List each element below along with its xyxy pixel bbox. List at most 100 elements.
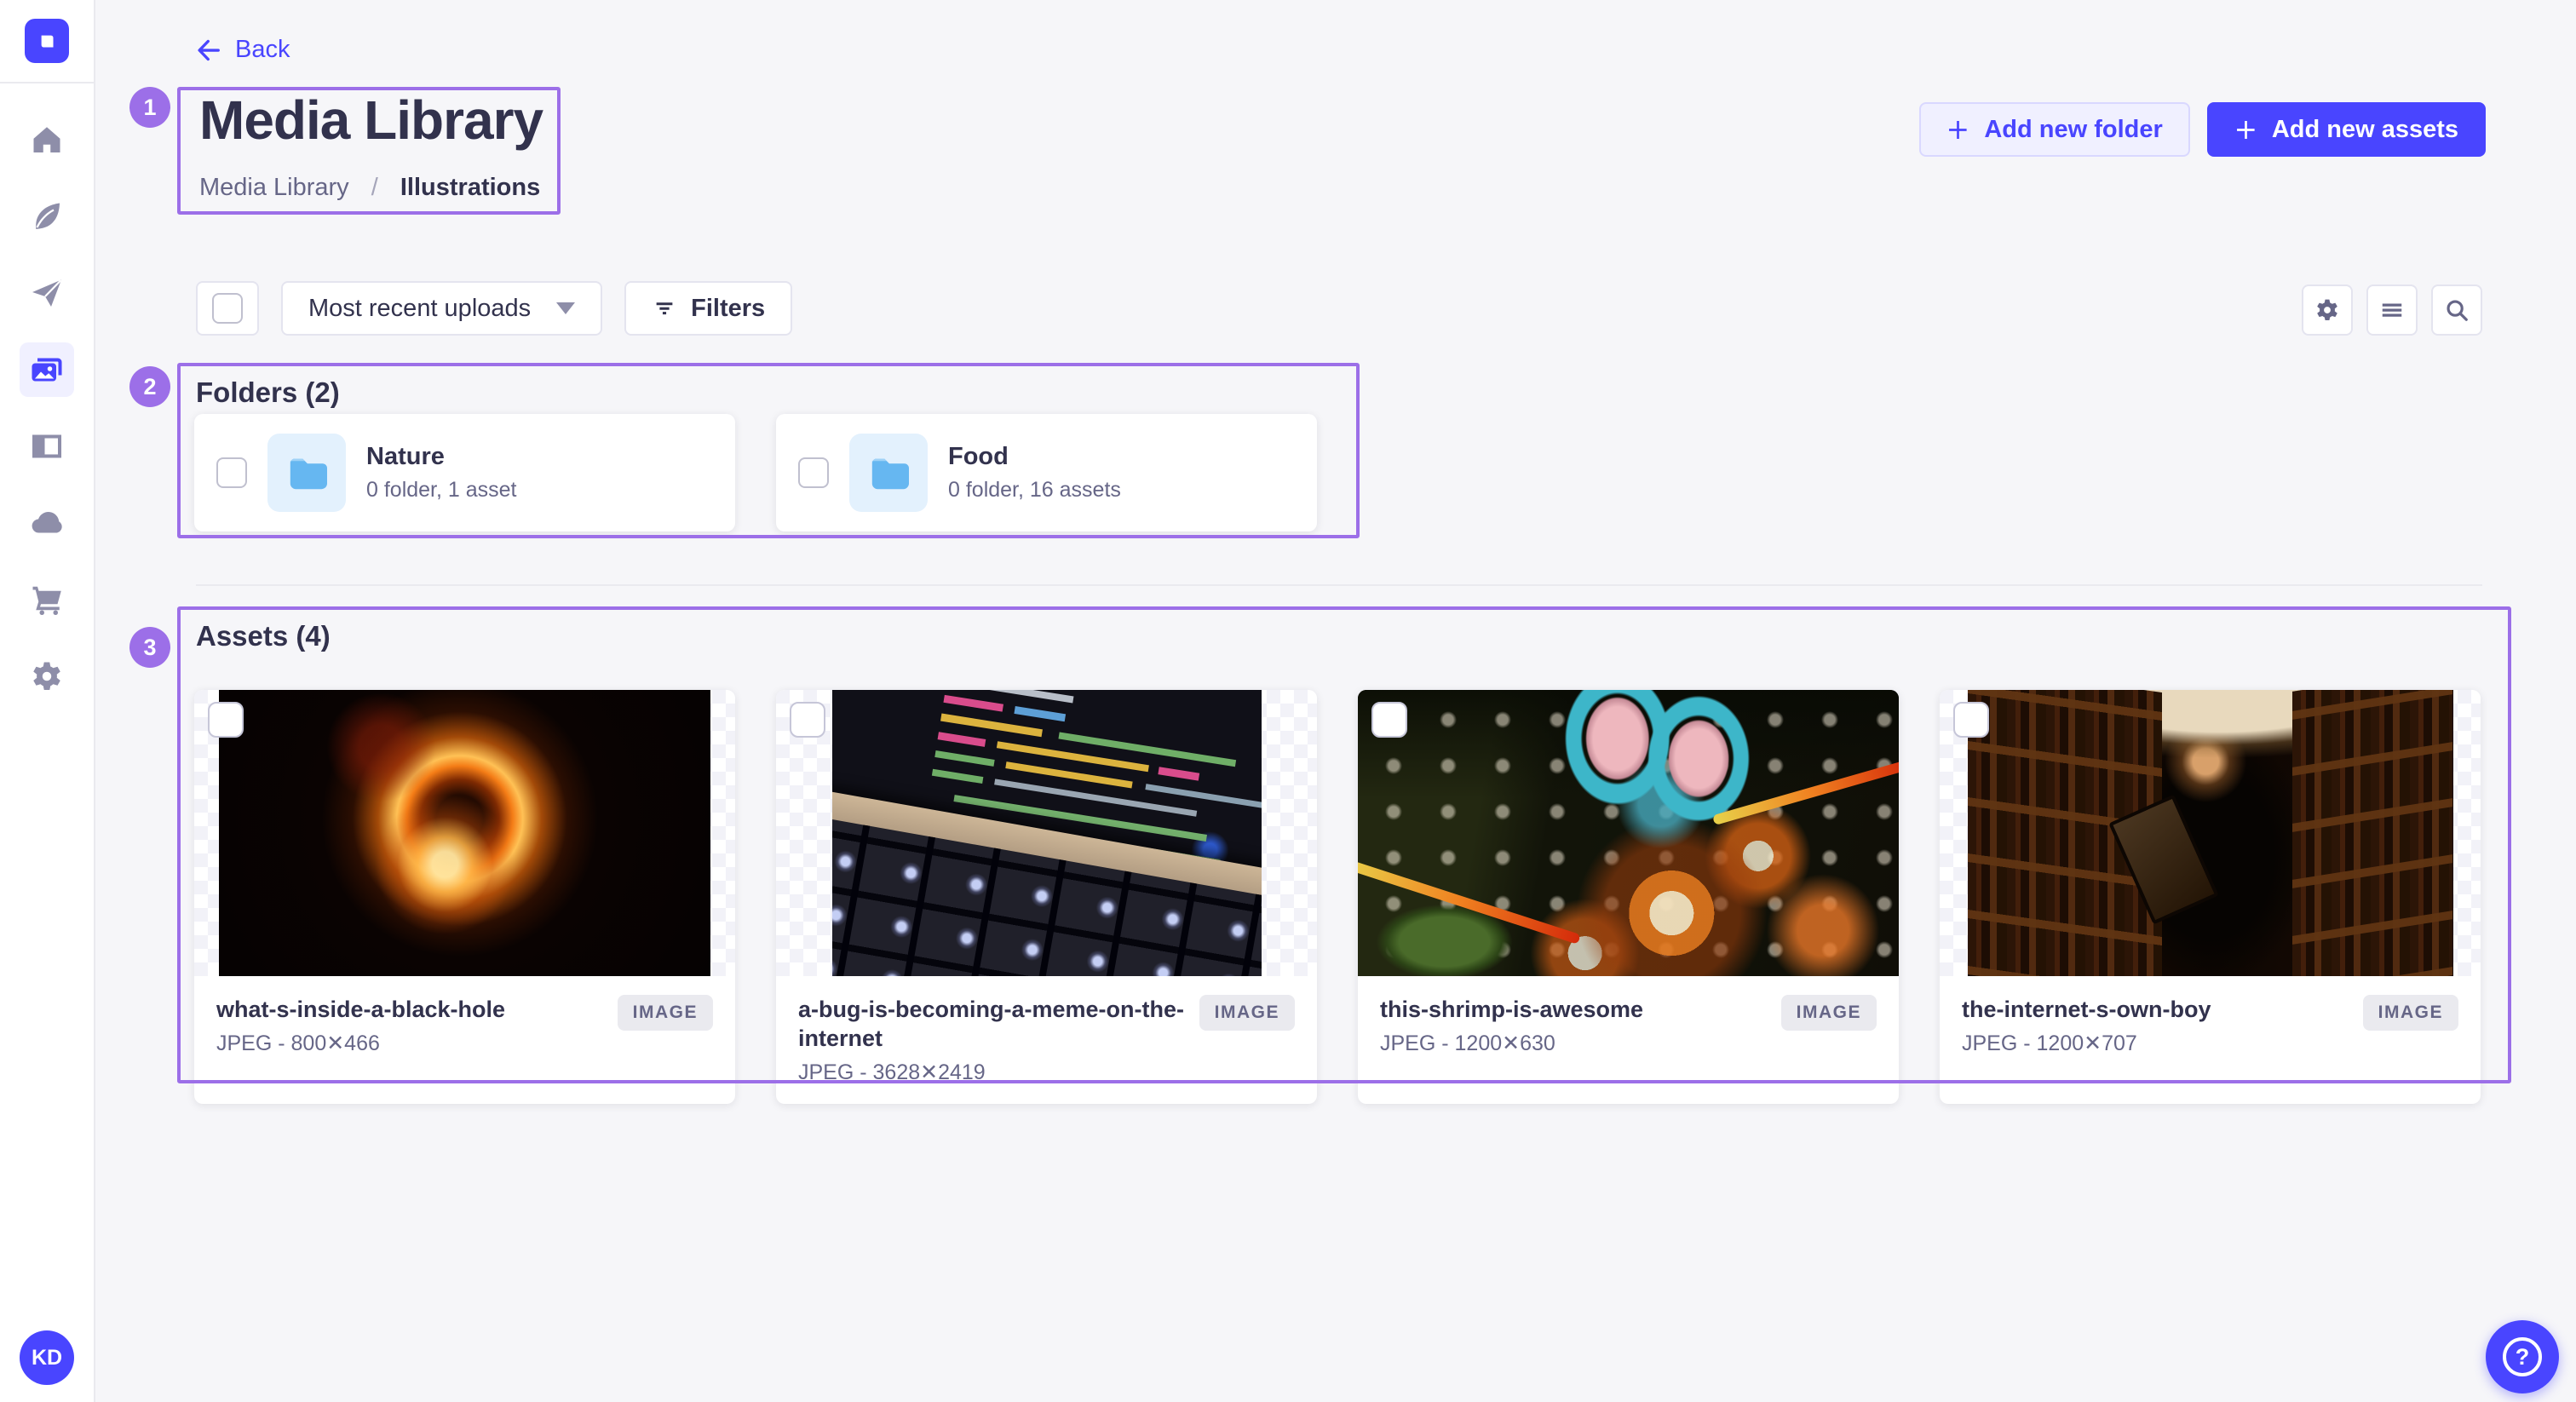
- asset-checkbox[interactable]: [208, 702, 244, 738]
- breadcrumb-separator: /: [371, 174, 378, 201]
- select-all-checkbox[interactable]: [212, 293, 243, 324]
- asset-checkbox[interactable]: [1953, 702, 1989, 738]
- sidebar-item-home[interactable]: [20, 112, 74, 167]
- home-icon: [30, 123, 64, 157]
- asset-type-badge: IMAGE: [1781, 995, 1877, 1031]
- asset-type-badge: IMAGE: [1199, 995, 1295, 1031]
- breadcrumb-current: Illustrations: [400, 174, 540, 201]
- sort-value: Most recent uploads: [308, 295, 531, 323]
- back-arrow-icon: [196, 37, 221, 63]
- filters-label: Filters: [691, 295, 765, 323]
- asset-name: a-bug-is-becoming-a-meme-on-the-internet: [798, 995, 1186, 1053]
- add-new-assets-label: Add new assets: [2272, 116, 2458, 144]
- asset-card-black-hole[interactable]: what-s-inside-a-black-hole JPEG - 800✕46…: [194, 690, 735, 1104]
- annotation-step-1: 1: [129, 87, 170, 128]
- folder-card-nature[interactable]: Nature 0 folder, 1 asset: [194, 414, 735, 531]
- sidebar-divider: [0, 82, 94, 83]
- gear-icon: [2314, 297, 2340, 323]
- list-view-button[interactable]: [2366, 284, 2418, 336]
- asset-label: this-shrimp-is-awesome JPEG - 1200✕630 I…: [1358, 976, 1899, 1104]
- cart-icon: [30, 583, 64, 617]
- folders-grid: Nature 0 folder, 1 asset Food 0 folder, …: [194, 414, 2481, 531]
- annotation-step-2: 2: [129, 366, 170, 407]
- paper-plane-icon: [30, 276, 64, 310]
- library-portrait-image: [1968, 690, 2453, 976]
- view-controls: [2302, 284, 2482, 336]
- asset-meta: JPEG - 1200✕630: [1380, 1031, 1768, 1056]
- sidebar-item-marketplace[interactable]: [20, 572, 74, 627]
- folder-checkbox[interactable]: [216, 457, 247, 488]
- gear-icon: [30, 659, 64, 693]
- media-library-page: Back Media Library Media Library / Illus…: [95, 0, 2576, 1402]
- chevron-down-icon: [556, 302, 575, 314]
- folder-texts: Nature 0 folder, 1 asset: [366, 443, 517, 503]
- add-new-assets-button[interactable]: Add new assets: [2207, 102, 2486, 157]
- asset-type-badge: IMAGE: [2363, 995, 2458, 1031]
- asset-card-bug-meme[interactable]: a-bug-is-becoming-a-meme-on-the-internet…: [776, 690, 1317, 1104]
- asset-checkbox[interactable]: [790, 702, 825, 738]
- settings-button[interactable]: [2302, 284, 2353, 336]
- asset-label: what-s-inside-a-black-hole JPEG - 800✕46…: [194, 976, 735, 1104]
- asset-label: the-internet-s-own-boy JPEG - 1200✕707 I…: [1940, 976, 2481, 1104]
- folder-checkbox[interactable]: [798, 457, 829, 488]
- asset-name: this-shrimp-is-awesome: [1380, 995, 1768, 1024]
- back-label: Back: [235, 36, 290, 64]
- antenna-art: [1358, 858, 1580, 945]
- search-button[interactable]: [2431, 284, 2482, 336]
- header-actions: Add new folder Add new assets: [1919, 102, 2486, 157]
- asset-type-badge: IMAGE: [618, 995, 713, 1031]
- folder-meta: 0 folder, 1 asset: [366, 478, 517, 503]
- asset-thumbnail: [194, 690, 735, 976]
- plus-icon: [1946, 118, 1969, 141]
- asset-card-internets-own-boy[interactable]: the-internet-s-own-boy JPEG - 1200✕707 I…: [1940, 690, 2481, 1104]
- select-all-checkbox-card[interactable]: [196, 281, 259, 336]
- filters-button[interactable]: Filters: [624, 281, 792, 336]
- sidebar-nav: [0, 112, 94, 704]
- strapi-logo[interactable]: [25, 19, 69, 63]
- assets-grid: what-s-inside-a-black-hole JPEG - 800✕46…: [194, 690, 2481, 1104]
- asset-checkbox[interactable]: [1371, 702, 1407, 738]
- sidebar-item-content-type-builder[interactable]: [20, 419, 74, 474]
- antenna-art: [1712, 759, 1899, 825]
- user-avatar[interactable]: KD: [20, 1330, 74, 1385]
- bookshelf-art: [2292, 690, 2452, 976]
- filter-icon: [652, 296, 677, 321]
- asset-thumbnail: [776, 690, 1317, 976]
- folder-tile: [267, 434, 346, 512]
- breadcrumb-parent[interactable]: Media Library: [199, 174, 349, 201]
- sidebar-item-releases[interactable]: [20, 266, 74, 320]
- sidebar-item-media-library[interactable]: [20, 342, 74, 397]
- folder-name: Nature: [366, 443, 517, 471]
- folder-icon: [286, 452, 327, 493]
- folder-card-food[interactable]: Food 0 folder, 16 assets: [776, 414, 1317, 531]
- folder-name: Food: [948, 443, 1121, 471]
- shrimp-image: [1358, 690, 1899, 976]
- add-new-folder-label: Add new folder: [1984, 116, 2162, 144]
- folders-heading: Folders (2): [196, 376, 340, 409]
- cloud-icon: [30, 506, 64, 540]
- sidebar-item-content-manager[interactable]: [20, 189, 74, 244]
- sort-dropdown[interactable]: Most recent uploads: [281, 281, 602, 336]
- sidebar-item-settings[interactable]: [20, 649, 74, 704]
- help-button[interactable]: ?: [2486, 1320, 2559, 1393]
- plus-icon: [2234, 118, 2257, 141]
- list-icon: [2379, 297, 2405, 323]
- section-divider: [196, 584, 2482, 586]
- assets-heading: Assets (4): [196, 620, 331, 652]
- asset-meta: JPEG - 1200✕707: [1962, 1031, 2349, 1056]
- asset-meta: JPEG - 3628✕2419: [798, 1060, 1186, 1085]
- media-library-icon: [30, 353, 64, 387]
- sidebar-item-deploy[interactable]: [20, 496, 74, 550]
- asset-name: what-s-inside-a-black-hole: [216, 995, 604, 1024]
- code-laptop-image: [832, 690, 1262, 976]
- asset-label: a-bug-is-becoming-a-meme-on-the-internet…: [776, 976, 1317, 1104]
- sidebar: KD: [0, 0, 95, 1402]
- add-new-folder-button[interactable]: Add new folder: [1919, 102, 2189, 157]
- asset-card-shrimp[interactable]: this-shrimp-is-awesome JPEG - 1200✕630 I…: [1358, 690, 1899, 1104]
- asset-name: the-internet-s-own-boy: [1962, 995, 2349, 1024]
- search-icon: [2444, 297, 2470, 323]
- asset-thumbnail: [1358, 690, 1899, 976]
- toolbar: Most recent uploads Filters: [196, 281, 792, 336]
- back-link[interactable]: Back: [196, 36, 290, 64]
- breadcrumb: Media Library / Illustrations: [199, 174, 540, 202]
